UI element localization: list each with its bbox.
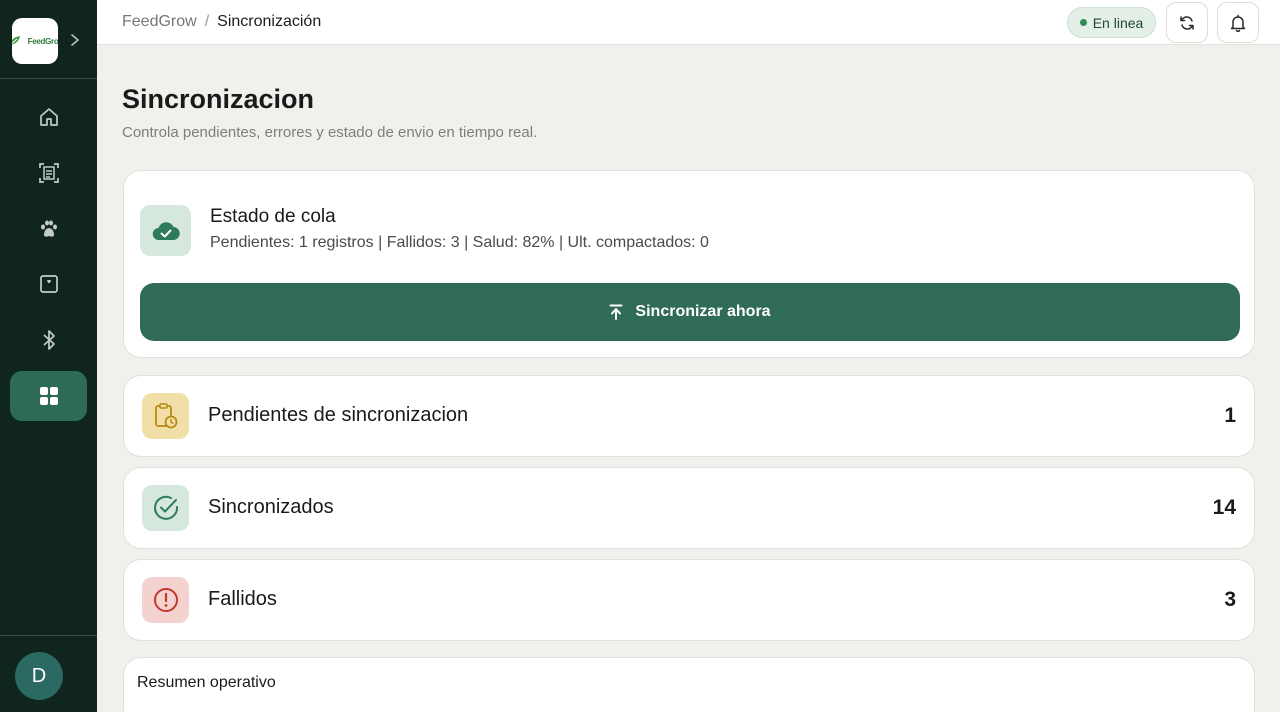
- queue-status-card: Estado de cola Pendientes: 1 registros |…: [123, 170, 1255, 358]
- stat-card-synced[interactable]: Sincronizados 14: [123, 467, 1255, 549]
- queue-description: Pendientes: 1 registros | Fallidos: 3 | …: [210, 234, 709, 251]
- avatar[interactable]: D: [15, 652, 63, 700]
- sync-now-label: Sincronizar ahora: [635, 303, 771, 320]
- refresh-icon: [1180, 15, 1194, 30]
- stat-count: 14: [1212, 496, 1236, 519]
- check-circle-icon: [153, 495, 178, 520]
- sidebar-item-bluetooth[interactable]: [10, 315, 87, 365]
- sidebar-divider: [0, 78, 97, 79]
- breadcrumb-current: Sincronización: [217, 13, 322, 30]
- topbar: FeedGrow / Sincronización En linea: [97, 0, 1280, 45]
- home-icon: [39, 108, 58, 126]
- leaf-logo-icon: [12, 36, 20, 45]
- stat-count: 3: [1224, 588, 1236, 611]
- stat-icon-box: [142, 577, 189, 623]
- cloud-check-icon: [152, 221, 180, 240]
- logo-text: FeedGrow: [27, 36, 58, 46]
- status-badge: En linea: [1067, 7, 1156, 38]
- sidebar-item-scale[interactable]: [10, 259, 87, 309]
- clipboard-clock-icon: [154, 403, 177, 429]
- summary-card: Resumen operativo: [123, 657, 1255, 712]
- status-dot: [1079, 19, 1087, 26]
- app-logo[interactable]: FeedGrow: [12, 18, 58, 64]
- stat-label: Fallidos: [208, 588, 277, 610]
- scale-icon: [39, 275, 58, 293]
- stat-icon-box: [142, 485, 189, 531]
- summary-title: Resumen operativo: [137, 674, 276, 691]
- sync-now-button[interactable]: Sincronizar ahora: [140, 283, 1240, 341]
- sidebar: FeedGrow: [0, 0, 97, 712]
- paw-icon: [40, 220, 57, 237]
- bluetooth-icon: [42, 330, 55, 350]
- queue-icon-box: [140, 205, 191, 256]
- queue-title: Estado de cola: [210, 206, 336, 227]
- breadcrumb-separator: /: [204, 13, 210, 30]
- notifications-button[interactable]: [1217, 2, 1259, 43]
- stat-card-pending[interactable]: Pendientes de sincronizacion 1: [123, 375, 1255, 457]
- stat-label: Pendientes de sincronizacion: [208, 404, 469, 426]
- sync-button[interactable]: [1166, 2, 1208, 43]
- status-label: En linea: [1092, 14, 1144, 31]
- stat-icon-box: [142, 393, 189, 439]
- scan-document-icon: [38, 163, 59, 183]
- sidebar-divider: [0, 635, 97, 636]
- page-subtitle: Controla pendientes, errores y estado de…: [122, 124, 538, 141]
- stat-count: 1: [1224, 404, 1236, 427]
- sidebar-item-sync[interactable]: [10, 371, 87, 421]
- alert-circle-icon: [153, 588, 178, 612]
- bell-icon: [1230, 14, 1246, 32]
- sidebar-item-home[interactable]: [10, 92, 87, 142]
- stat-label: Sincronizados: [208, 496, 334, 518]
- breadcrumb-root[interactable]: FeedGrow: [122, 13, 197, 31]
- grid-icon: [39, 387, 58, 405]
- upload-icon: [609, 304, 623, 320]
- sidebar-item-scan[interactable]: [10, 148, 87, 198]
- sidebar-item-animals[interactable]: [10, 204, 87, 254]
- page-title: Sincronizacion: [122, 84, 315, 114]
- breadcrumb: FeedGrow / Sincronización: [122, 13, 321, 31]
- stat-card-failed[interactable]: Fallidos 3: [123, 559, 1255, 641]
- chevron-right-icon[interactable]: [68, 32, 82, 48]
